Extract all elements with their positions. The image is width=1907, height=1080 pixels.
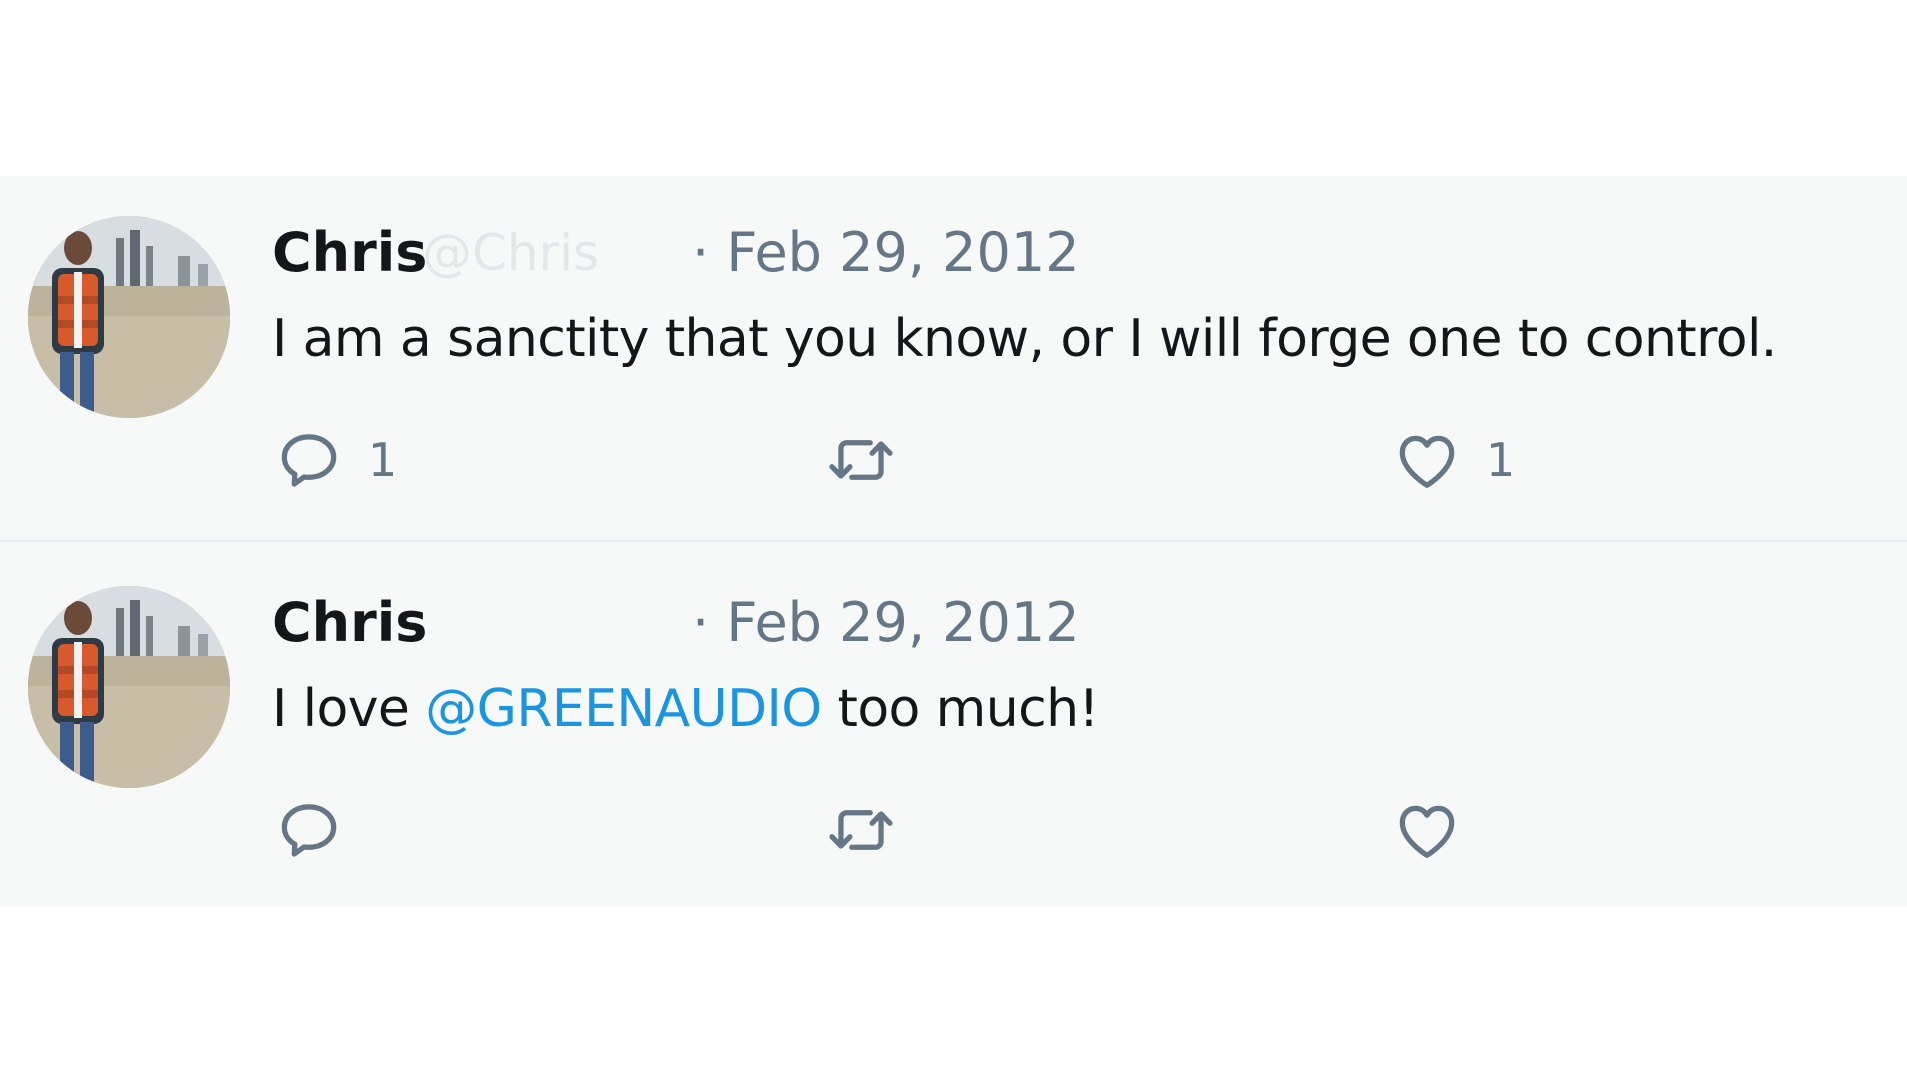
retweet-button[interactable]: [824, 420, 920, 500]
heart-icon: [1399, 435, 1455, 488]
mention-link[interactable]: @GREENAUDIO: [425, 679, 822, 739]
reply-count: 1: [368, 433, 398, 487]
like-count: 1: [1486, 433, 1516, 487]
author-name[interactable]: Chris: [272, 588, 427, 658]
tweet-text: I am a sanctity that you know, or I will…: [272, 304, 1777, 374]
retweet-arrows-icon: [829, 810, 893, 850]
like-button[interactable]: 1: [1390, 420, 1515, 500]
tweet-header: Chris · Feb 29, 2012: [272, 588, 1872, 658]
avatar-photo: [28, 586, 230, 788]
tweet-feed: Chris @Chris · Feb 29, 2012 I am a sanct…: [0, 176, 1907, 906]
like-button[interactable]: [1390, 790, 1486, 870]
avatar[interactable]: [28, 586, 230, 788]
tweet[interactable]: Chris · Feb 29, 2012 I love @GREENAUDIO …: [0, 546, 1907, 906]
tweet-date[interactable]: · Feb 29, 2012: [692, 588, 1080, 658]
tweet-header: Chris @Chris · Feb 29, 2012: [272, 218, 1872, 288]
tweet-actions: 1 1: [272, 420, 1872, 500]
avatar-photo: [28, 216, 230, 418]
heart-icon: [1399, 805, 1455, 858]
tweet-divider: [0, 540, 1907, 542]
tweet-text-body: I am a sanctity that you know, or I will…: [272, 309, 1777, 369]
speech-bubble-icon: [281, 434, 337, 487]
author-name[interactable]: Chris: [272, 218, 427, 288]
tweet-text: I love @GREENAUDIO too much!: [272, 674, 1099, 744]
reply-button[interactable]: [272, 790, 368, 870]
retweet-arrows-icon: [829, 440, 893, 480]
page: Chris @Chris · Feb 29, 2012 I am a sanct…: [0, 0, 1907, 1080]
reply-button[interactable]: 1: [272, 420, 397, 500]
tweet-text-tail: too much!: [821, 679, 1100, 739]
retweet-button[interactable]: [824, 790, 920, 870]
avatar[interactable]: [28, 216, 230, 418]
tweet-actions: [272, 790, 1872, 870]
tweet[interactable]: Chris @Chris · Feb 29, 2012 I am a sanct…: [0, 176, 1907, 542]
tweet-text-body: I love: [272, 679, 426, 739]
tweet-date[interactable]: · Feb 29, 2012: [692, 218, 1080, 288]
author-handle[interactable]: @Chris: [422, 218, 599, 288]
speech-bubble-icon: [281, 804, 337, 857]
